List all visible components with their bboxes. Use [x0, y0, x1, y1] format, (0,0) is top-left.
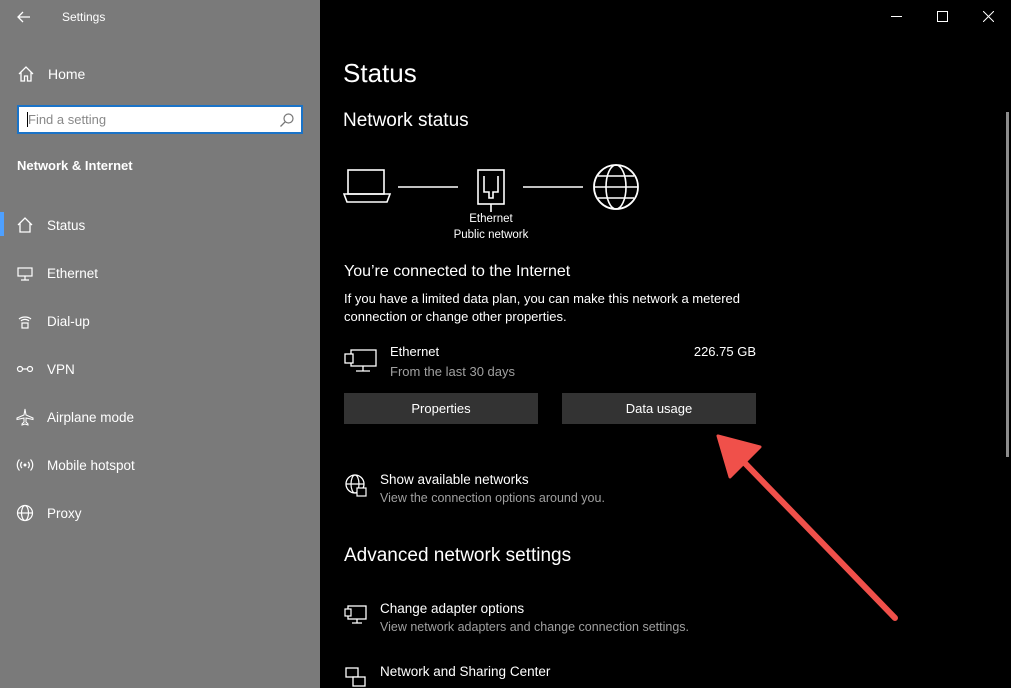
window-controls [873, 0, 1011, 32]
sidebar-item-label: Dial-up [47, 314, 90, 329]
sidebar-item-home[interactable]: Home [0, 58, 320, 90]
usage-period: From the last 30 days [390, 364, 515, 379]
page-title: Status [343, 58, 417, 88]
link-title: Show available networks [380, 472, 529, 487]
minimize-button[interactable] [873, 0, 919, 32]
link-title: Network and Sharing Center [380, 664, 551, 679]
sidebar-item-vpn[interactable]: VPN [0, 352, 320, 400]
link-title: Change adapter options [380, 601, 525, 616]
sidebar-nav: Status Ethernet Dial-up VPN Airplane mod… [0, 208, 320, 544]
dialup-icon [18, 316, 32, 329]
sharing-center-icon [345, 667, 366, 687]
sidebar-item-label: Airplane mode [47, 410, 135, 425]
sidebar-item-label: Proxy [47, 506, 82, 521]
link-subtitle: View the connection options around you. [380, 491, 605, 505]
diagram-adapter-name: Ethernet [469, 213, 513, 225]
app-title: Settings [62, 10, 106, 24]
home-status-icon [17, 217, 33, 233]
globe-icon [16, 504, 34, 522]
network-globe-icon [345, 474, 367, 497]
internet-globe-icon [593, 164, 639, 210]
sidebar-item-label: Status [47, 218, 86, 233]
main-content: Status Network status Ethernet Public ne… [320, 0, 1011, 688]
data-usage-amount: 226.75 GB [693, 344, 756, 359]
search-icon[interactable] [279, 112, 295, 128]
adapter-name: Ethernet [390, 344, 440, 359]
ethernet-adapter-icon [344, 349, 377, 372]
maximize-button[interactable] [919, 0, 965, 32]
close-icon [982, 10, 994, 22]
adapter-icon [344, 605, 367, 624]
connection-status-title: You’re connected to the Internet [344, 263, 571, 280]
network-diagram: Ethernet Public network [342, 162, 653, 252]
ethernet-port-icon [477, 169, 505, 212]
vpn-icon [16, 365, 34, 373]
show-available-networks-link[interactable]: Show available networks View the connect… [344, 472, 844, 512]
hotspot-icon [16, 459, 34, 471]
section-title: Network & Internet [17, 158, 133, 173]
sidebar-item-label: VPN [47, 362, 75, 377]
network-status-heading: Network status [343, 110, 469, 131]
maximize-icon [936, 10, 948, 22]
data-usage-button[interactable]: Data usage [562, 393, 756, 424]
sidebar-item-airplane-mode[interactable]: Airplane mode [0, 400, 320, 448]
network-sharing-center-link[interactable]: Network and Sharing Center [344, 664, 844, 688]
ethernet-icon [17, 267, 33, 281]
properties-button[interactable]: Properties [344, 393, 538, 424]
sidebar-item-status[interactable]: Status [0, 208, 320, 256]
sidebar-item-label: Ethernet [47, 266, 99, 281]
sidebar-item-proxy[interactable]: Proxy [0, 496, 320, 544]
sidebar-item-label: Home [48, 66, 86, 82]
sidebar-item-dialup[interactable]: Dial-up [0, 304, 320, 352]
change-adapter-options-link[interactable]: Change adapter options View network adap… [344, 601, 844, 641]
sidebar-item-label: Mobile hotspot [47, 458, 135, 473]
sidebar-item-mobile-hotspot[interactable]: Mobile hotspot [0, 448, 320, 496]
connection-status-description: If you have a limited data plan, you can… [344, 291, 740, 324]
search-placeholder: Find a setting [28, 112, 107, 127]
network-diagram-graphic [342, 164, 639, 212]
search-input[interactable]: Find a setting [17, 105, 303, 134]
sidebar-item-ethernet[interactable]: Ethernet [0, 256, 320, 304]
link-subtitle: View network adapters and change connect… [380, 620, 689, 634]
laptop-icon [342, 169, 392, 203]
advanced-settings-heading: Advanced network settings [344, 545, 572, 566]
airplane-icon [16, 408, 34, 426]
diagram-network-type: Public network [453, 229, 529, 241]
minimize-icon [890, 15, 902, 17]
back-arrow-icon [17, 11, 30, 23]
home-icon [18, 66, 34, 82]
close-button[interactable] [965, 0, 1011, 32]
scrollbar[interactable] [1006, 112, 1009, 457]
ethernet-usage-row: Ethernet From the last 30 days 226.75 GB [344, 343, 756, 383]
back-button[interactable] [10, 4, 38, 30]
sidebar: Settings Home Find a setting Network & I… [0, 0, 320, 688]
sidebar-titlebar: Settings [0, 0, 320, 34]
